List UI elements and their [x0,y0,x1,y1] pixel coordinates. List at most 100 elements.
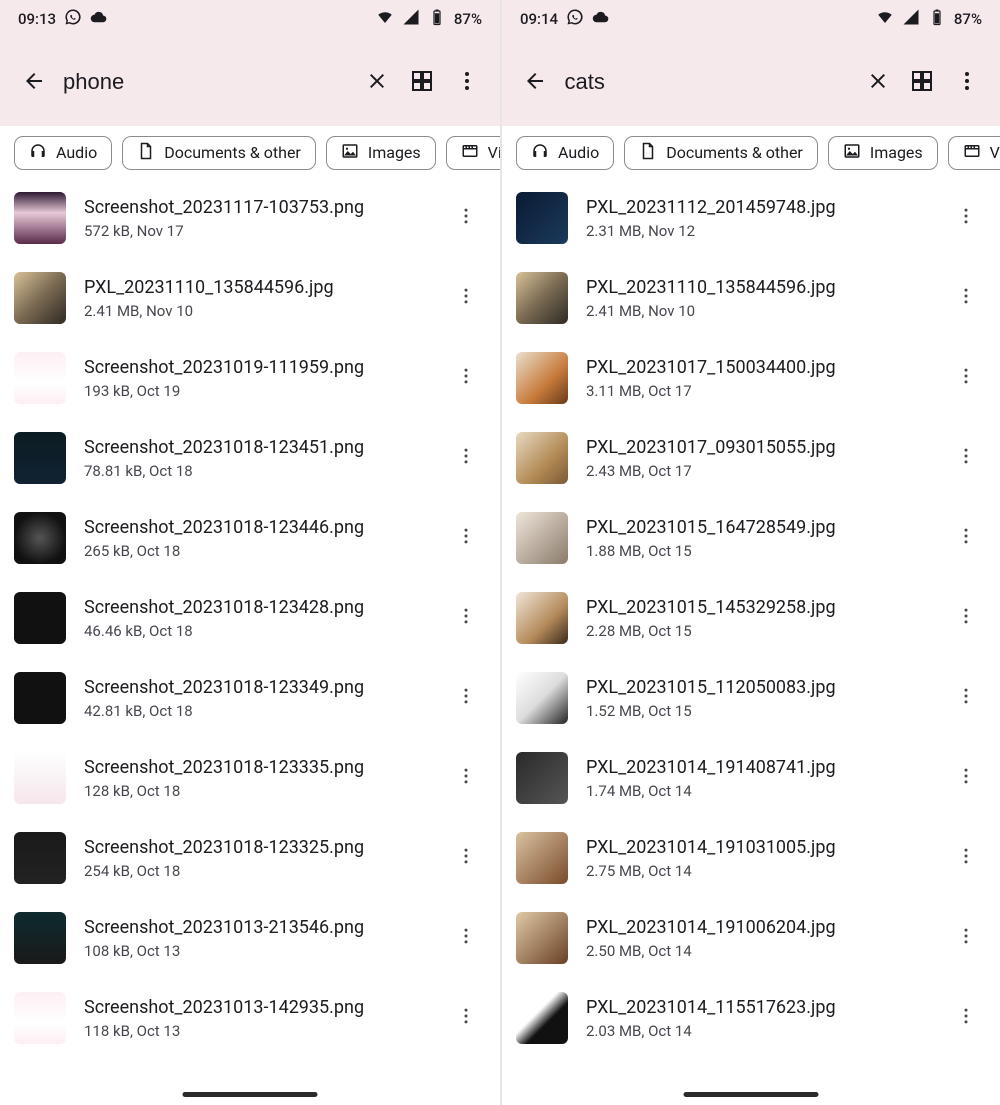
view-grid-button[interactable] [903,60,942,104]
file-meta: 1.52 MB, Oct 15 [586,702,928,720]
file-more-button[interactable] [446,678,486,718]
file-row[interactable]: Screenshot_20231117-103753.png572 kB, No… [0,178,500,258]
file-row[interactable]: PXL_20231014_191408741.jpg1.74 MB, Oct 1… [502,738,1000,818]
filter-chip-audio[interactable]: Audio [14,136,112,170]
file-meta: 3.11 MB, Oct 17 [586,382,928,400]
file-more-button[interactable] [446,278,486,318]
nav-handle[interactable] [183,1092,318,1097]
file-row[interactable]: PXL_20231015_164728549.jpg1.88 MB, Oct 1… [502,498,1000,578]
file-row[interactable]: PXL_20231014_191006204.jpg2.50 MB, Oct 1… [502,898,1000,978]
file-more-button[interactable] [946,678,986,718]
file-meta: 254 kB, Oct 18 [84,862,428,880]
filter-chips: Audio Documents & other Images Vi [502,126,1000,178]
file-more-button[interactable] [446,998,486,1038]
chip-label: Images [368,143,421,162]
file-thumbnail [14,512,66,564]
chip-label: Images [870,143,923,162]
file-info: Screenshot_20231013-213546.png108 kB, Oc… [84,916,428,960]
search-input[interactable] [59,69,351,95]
file-more-button[interactable] [446,518,486,558]
file-row[interactable]: Screenshot_20231018-123349.png42.81 kB, … [0,658,500,738]
signal-icon [902,8,920,30]
file-more-button[interactable] [946,278,986,318]
file-meta: 572 kB, Nov 17 [84,222,428,240]
file-row[interactable]: Screenshot_20231019-111959.png193 kB, Oc… [0,338,500,418]
file-row[interactable]: Screenshot_20231018-123335.png128 kB, Oc… [0,738,500,818]
file-name: Screenshot_20231018-123349.png [84,676,428,699]
file-row[interactable]: Screenshot_20231018-123325.png254 kB, Oc… [0,818,500,898]
file-thumbnail [516,912,568,964]
file-more-button[interactable] [446,838,486,878]
file-row[interactable]: Screenshot_20231018-123446.png265 kB, Oc… [0,498,500,578]
filter-chip-vi[interactable]: Vi [446,136,500,170]
file-row[interactable]: PXL_20231017_093015055.jpg2.43 MB, Oct 1… [502,418,1000,498]
file-info: PXL_20231014_191031005.jpg2.75 MB, Oct 1… [586,836,928,880]
file-more-button[interactable] [946,758,986,798]
search-input[interactable] [561,69,853,95]
view-grid-button[interactable] [402,60,441,104]
file-more-button[interactable] [946,838,986,878]
wifi-icon [376,8,394,30]
file-thumbnail [14,992,66,1044]
file-more-button[interactable] [446,598,486,638]
file-row[interactable]: PXL_20231015_112050083.jpg1.52 MB, Oct 1… [502,658,1000,738]
filter-chip-images[interactable]: Images [326,136,436,170]
chip-label: Documents & other [164,143,301,162]
file-meta: 193 kB, Oct 19 [84,382,428,400]
file-more-button[interactable] [946,518,986,558]
clear-button[interactable] [357,60,396,104]
file-thumbnail [516,352,568,404]
file-meta: 118 kB, Oct 13 [84,1022,428,1040]
filter-chip-audio[interactable]: Audio [516,136,614,170]
file-more-button[interactable] [446,438,486,478]
filter-chip-images[interactable]: Images [828,136,938,170]
back-button[interactable] [516,60,555,104]
clear-button[interactable] [859,60,898,104]
file-more-button[interactable] [446,918,486,958]
more-vert-icon [956,1006,976,1030]
cloud-icon [90,8,108,30]
back-button[interactable] [14,60,53,104]
file-thumbnail [516,432,568,484]
file-row[interactable]: PXL_20231017_150034400.jpg3.11 MB, Oct 1… [502,338,1000,418]
file-info: PXL_20231014_191408741.jpg1.74 MB, Oct 1… [586,756,928,800]
overflow-menu-button[interactable] [447,60,486,104]
file-more-button[interactable] [446,758,486,798]
file-more-button[interactable] [946,598,986,638]
file-more-button[interactable] [946,918,986,958]
chip-label: Documents & other [666,143,803,162]
file-info: Screenshot_20231019-111959.png193 kB, Oc… [84,356,428,400]
file-more-button[interactable] [946,358,986,398]
file-row[interactable]: PXL_20231014_191031005.jpg2.75 MB, Oct 1… [502,818,1000,898]
nav-handle[interactable] [684,1092,819,1097]
chip-label: Audio [56,143,97,162]
file-more-button[interactable] [946,998,986,1038]
file-meta: 2.75 MB, Oct 14 [586,862,928,880]
overflow-menu-button[interactable] [948,60,987,104]
file-thumbnail [14,432,66,484]
battery-icon [428,8,446,30]
file-row[interactable]: Screenshot_20231013-142935.png118 kB, Oc… [0,978,500,1058]
file-row[interactable]: PXL_20231014_115517623.jpg2.03 MB, Oct 1… [502,978,1000,1058]
file-row[interactable]: Screenshot_20231018-123428.png46.46 kB, … [0,578,500,658]
file-row[interactable]: PXL_20231015_145329258.jpg2.28 MB, Oct 1… [502,578,1000,658]
filter-chip-documents[interactable]: Documents & other [624,136,818,170]
file-row[interactable]: PXL_20231110_135844596.jpg2.41 MB, Nov 1… [502,258,1000,338]
more-vert-icon [456,526,476,550]
file-meta: 128 kB, Oct 18 [84,782,428,800]
file-more-button[interactable] [446,358,486,398]
file-name: PXL_20231014_191408741.jpg [586,756,928,779]
filter-chip-vi[interactable]: Vi [948,136,1000,170]
file-row[interactable]: Screenshot_20231013-213546.png108 kB, Oc… [0,898,500,978]
file-thumbnail [14,912,66,964]
file-more-button[interactable] [946,198,986,238]
chip-label: Audio [558,143,599,162]
file-row[interactable]: PXL_20231110_135844596.jpg2.41 MB, Nov 1… [0,258,500,338]
file-row[interactable]: PXL_20231112_201459748.jpg2.31 MB, Nov 1… [502,178,1000,258]
file-row[interactable]: Screenshot_20231018-123451.png78.81 kB, … [0,418,500,498]
file-more-button[interactable] [446,198,486,238]
filter-chip-documents[interactable]: Documents & other [122,136,316,170]
status-time: 09:14 [520,10,558,28]
file-more-button[interactable] [946,438,986,478]
file-meta: 265 kB, Oct 18 [84,542,428,560]
